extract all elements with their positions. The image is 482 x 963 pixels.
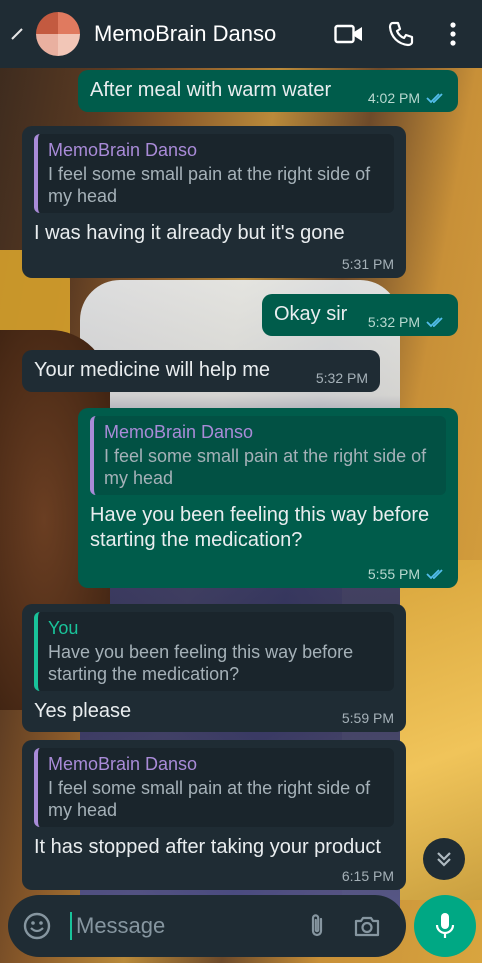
message-bubble[interactable]: Your medicine will help me 5:32 PM bbox=[22, 350, 380, 392]
double-chevron-down-icon bbox=[437, 852, 451, 867]
quoted-sender: MemoBrain Danso bbox=[48, 140, 198, 160]
chat-header: MemoBrain Danso bbox=[0, 0, 482, 68]
quoted-message[interactable]: MemoBrain Danso I feel some small pain a… bbox=[34, 748, 394, 827]
message-text: It has stopped after taking your product bbox=[34, 836, 381, 858]
message-text: I was having it already but it's gone bbox=[34, 222, 345, 244]
message-bubble[interactable]: MemoBrain Danso I feel some small pain a… bbox=[22, 126, 406, 278]
message-time: 5:31 PM bbox=[341, 256, 394, 272]
message-bubble[interactable]: After meal with warm water 4:02 PM bbox=[78, 70, 458, 112]
back-icon[interactable] bbox=[4, 21, 30, 47]
emoji-icon[interactable] bbox=[22, 911, 52, 941]
quoted-sender: You bbox=[48, 618, 79, 638]
message-time: 6:15 PM bbox=[341, 868, 394, 884]
quoted-text: I feel some small pain at the right side… bbox=[104, 446, 427, 488]
message-bubble[interactable]: Okay sir 5:32 PM bbox=[262, 294, 458, 336]
message-bubble[interactable]: MemoBrain Danso I feel some small pain a… bbox=[22, 740, 406, 890]
quoted-sender: MemoBrain Danso bbox=[48, 754, 198, 774]
read-ticks-icon bbox=[426, 93, 443, 104]
quoted-message[interactable]: MemoBrain Danso I feel some small pain a… bbox=[34, 134, 394, 213]
quoted-sender: MemoBrain Danso bbox=[104, 422, 254, 442]
message-time: 5:32 PM bbox=[315, 370, 368, 386]
menu-icon[interactable] bbox=[438, 19, 468, 49]
message-text: Have you been feeling this way before st… bbox=[90, 504, 430, 551]
video-call-icon[interactable] bbox=[334, 19, 364, 49]
phone-icon[interactable] bbox=[386, 19, 416, 49]
read-ticks-icon bbox=[426, 317, 443, 328]
quoted-text: I feel some small pain at the right side… bbox=[48, 778, 371, 820]
quoted-message[interactable]: MemoBrain Danso I feel some small pain a… bbox=[90, 416, 446, 495]
quoted-text: I feel some small pain at the right side… bbox=[48, 164, 371, 206]
message-time: 5:32 PM bbox=[367, 314, 420, 330]
mic-icon bbox=[435, 913, 455, 938]
quoted-text: Have you been feeling this way before st… bbox=[48, 642, 354, 684]
message-time: 5:55 PM bbox=[367, 566, 420, 582]
read-ticks-icon bbox=[426, 569, 443, 580]
message-text: Yes please bbox=[34, 700, 132, 722]
contact-name[interactable]: MemoBrain Danso bbox=[94, 21, 334, 47]
quoted-message[interactable]: You Have you been feeling this way befor… bbox=[34, 612, 394, 691]
message-time: 5:59 PM bbox=[341, 710, 394, 726]
avatar[interactable] bbox=[36, 12, 80, 56]
message-time: 4:02 PM bbox=[367, 90, 420, 106]
text-cursor bbox=[70, 912, 72, 940]
message-input[interactable] bbox=[74, 912, 278, 940]
camera-icon[interactable] bbox=[352, 911, 382, 941]
mic-button[interactable] bbox=[414, 895, 476, 957]
attach-icon[interactable] bbox=[302, 911, 332, 941]
message-bubble[interactable]: MemoBrain Danso I feel some small pain a… bbox=[78, 408, 458, 588]
scroll-to-bottom-button[interactable] bbox=[423, 838, 465, 880]
chat-area[interactable]: After meal with warm water 4:02 PM MemoB… bbox=[0, 68, 482, 890]
message-bubble[interactable]: You Have you been feeling this way befor… bbox=[22, 604, 406, 732]
message-composer bbox=[8, 895, 406, 957]
